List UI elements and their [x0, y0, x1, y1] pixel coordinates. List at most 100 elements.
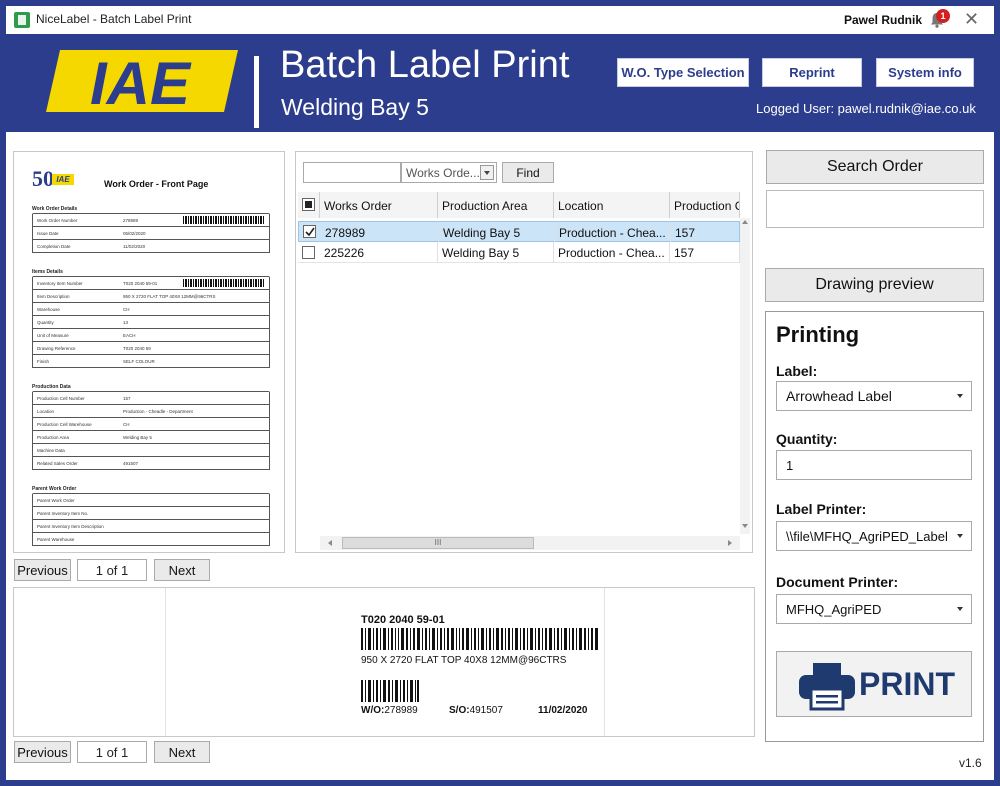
chevron-down-icon — [957, 607, 963, 611]
table-row[interactable]: 225226 Welding Bay 5 Production - Chea..… — [298, 242, 740, 263]
next-label-button[interactable]: Next — [154, 741, 210, 763]
search-filter-select[interactable]: Works Orde... — [401, 162, 497, 183]
document-row-key: Related Sales Order — [37, 461, 78, 466]
document-row-key: Machine Data — [37, 448, 65, 453]
document-row-value: 13 — [123, 320, 129, 325]
document-printer-select[interactable]: MFHQ_AgriPED — [776, 594, 972, 624]
printing-title: Printing — [776, 322, 860, 347]
reprint-button[interactable]: Reprint — [762, 58, 862, 87]
column-header-production-cell[interactable]: Production C — [670, 192, 740, 218]
iae-logo: IAE — [46, 50, 238, 114]
close-icon[interactable]: ✕ — [964, 9, 979, 30]
label-description: 950 X 2720 FLAT TOP 40X8 12MM@96CTRS — [361, 655, 567, 666]
row-checkbox[interactable] — [302, 246, 315, 259]
document-row: Production Cell Warehouse CH — [32, 418, 270, 431]
wo-type-selection-button[interactable]: W.O. Type Selection — [617, 58, 749, 87]
label-page-indicator: 1 of 1 — [77, 741, 147, 763]
document-row-value: CH — [123, 422, 130, 427]
horizontal-scrollbar[interactable]: III — [320, 536, 740, 550]
vertical-scrollbar[interactable] — [740, 218, 750, 534]
cell-works-order: 278989 — [321, 222, 439, 243]
cell-works-order: 225226 — [320, 242, 438, 263]
document-section-title: Parent Work Order — [32, 486, 77, 492]
document-printer-field-label: Document Printer: — [776, 574, 899, 590]
drawing-preview-button[interactable]: Drawing preview — [765, 268, 984, 302]
document-row-value: EACH — [123, 333, 136, 338]
logo-50: 50 — [32, 166, 54, 191]
print-button[interactable]: PRINT — [776, 651, 972, 717]
document-row-value: 278989 — [123, 218, 139, 223]
notification-badge: 1 — [936, 9, 950, 23]
previous-page-button[interactable]: Previous — [14, 559, 71, 581]
search-order-input[interactable] — [766, 190, 984, 228]
grid-header: Works Order Production Area Location Pro… — [298, 192, 740, 218]
chevron-down-icon — [480, 165, 494, 180]
label-item-number: T020 2040 59-01 — [361, 614, 445, 626]
column-header-production-area[interactable]: Production Area — [438, 192, 554, 218]
document-sections: Work Order Details Work Order Number 27898… — [32, 206, 272, 546]
document-row-value: T020 2040 59-01 — [123, 281, 158, 286]
document-row-key: Location — [37, 409, 55, 414]
previous-label-button[interactable]: Previous — [14, 741, 71, 763]
label-so: S/O:491507 — [449, 705, 503, 716]
document-row: Related Sales Order 491507 — [32, 457, 270, 470]
anniversary-logo: 50 IAE — [32, 166, 78, 196]
label-printer-select[interactable]: \\file\MFHQ_AgriPED_Label — [776, 521, 972, 551]
label-select-value: Arrowhead Label — [786, 388, 892, 404]
document-row: Unit of Measure EACH — [32, 329, 270, 342]
document-section-title: Production Data — [32, 384, 71, 390]
cell-production-cell: 157 — [671, 222, 741, 243]
find-button[interactable]: Find — [502, 162, 554, 183]
page-title: Batch Label Print — [280, 44, 570, 86]
document-row: Item Description 950 X 2720 FLAT TOP 40X8… — [32, 290, 270, 303]
wo-barcode — [361, 680, 419, 702]
system-info-button[interactable]: System info — [876, 58, 974, 87]
document-section-table: Production Cell Number 157 Location Product… — [32, 391, 270, 470]
document-row-key: Production Area — [37, 435, 70, 440]
column-header-location[interactable]: Location — [554, 192, 670, 218]
search-order-button[interactable]: Search Order — [766, 150, 984, 184]
logo-divider — [254, 56, 259, 128]
search-filter-value: Works Orde... — [406, 166, 480, 180]
logged-user: Logged User: pawel.rudnik@iae.co.uk — [756, 101, 976, 116]
scroll-right-icon[interactable] — [728, 540, 732, 546]
quantity-input[interactable]: 1 — [776, 450, 972, 480]
row-checkbox[interactable] — [303, 225, 316, 238]
chevron-down-icon — [957, 394, 963, 398]
label-so-number: 491507 — [469, 705, 503, 716]
label-printer-field-label: Label Printer: — [776, 501, 867, 517]
item-barcode — [361, 628, 599, 650]
document-barcode — [183, 216, 265, 224]
document-row-key: Completion Date — [37, 244, 71, 249]
cell-location: Production - Chea... — [555, 222, 671, 243]
document-row: Parent Inventory Item No. — [32, 507, 270, 520]
search-input[interactable] — [303, 162, 401, 183]
label-so-prefix: S/O: — [449, 705, 470, 716]
document-row-value: 157 — [123, 396, 131, 401]
scroll-down-icon[interactable] — [742, 524, 748, 528]
column-header-works-order[interactable]: Works Order — [320, 192, 438, 218]
document-row: Completion Date 11/02/2020 — [32, 240, 270, 253]
app-icon — [14, 12, 30, 28]
current-user-name: Pawel Rudnik — [844, 13, 923, 27]
next-page-button[interactable]: Next — [154, 559, 210, 581]
table-row[interactable]: 278989 Welding Bay 5 Production - Chea..… — [298, 221, 741, 243]
cell-location: Production - Chea... — [554, 242, 670, 263]
document-section-title: Work Order Details — [32, 206, 78, 212]
scroll-left-icon[interactable] — [328, 540, 332, 546]
document-row: Parent Work Order — [32, 494, 270, 507]
scroll-thumb[interactable]: III — [342, 537, 534, 549]
document-row-value: Welding Bay 5 — [123, 435, 152, 440]
document-barcode — [183, 279, 265, 287]
label-printer-value: \\file\MFHQ_AgriPED_Label — [786, 528, 948, 544]
app-header: IAE Batch Label Print Welding Bay 5 W.O.… — [6, 34, 994, 132]
document-row-key: Quantity — [37, 320, 54, 325]
checkmark-icon — [305, 227, 315, 237]
document-row: Drawing Reference T020 2040 59 — [32, 342, 270, 355]
select-all-checkbox[interactable] — [302, 198, 315, 211]
document-section-title: Items Details — [32, 269, 63, 275]
document-row-key: Work Order Number — [37, 218, 78, 223]
document-row: Warehouse CH — [32, 303, 270, 316]
label-select[interactable]: Arrowhead Label — [776, 381, 972, 411]
scroll-up-icon[interactable] — [742, 220, 748, 224]
